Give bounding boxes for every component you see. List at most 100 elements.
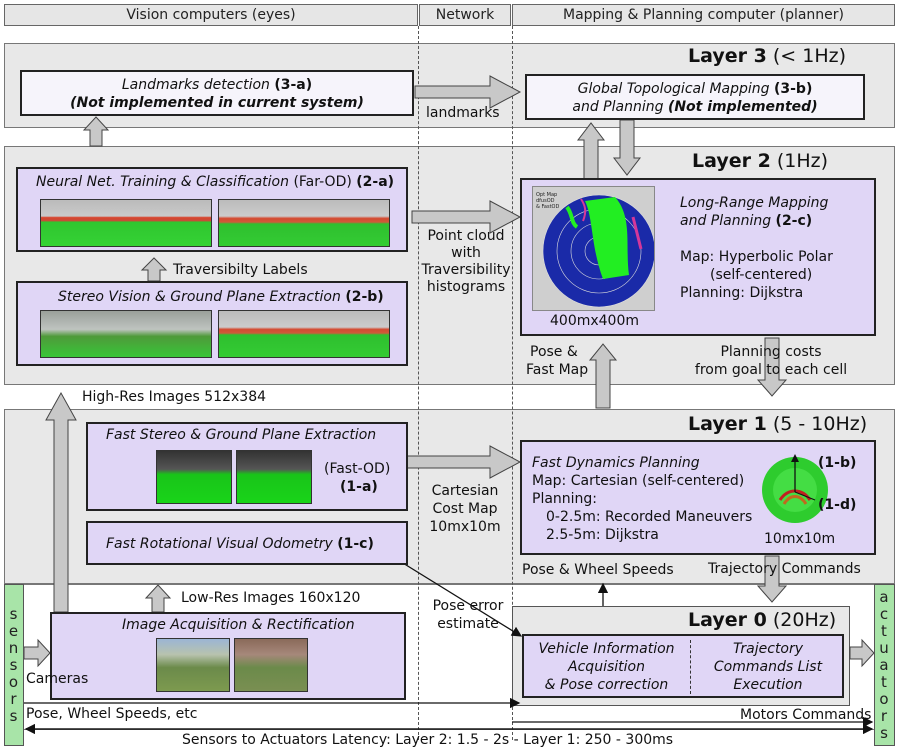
landmarks-detection-tag: (3-a): [274, 77, 313, 93]
odometry-box: Fast Rotational Visual Odometry (1-c): [86, 521, 408, 565]
long-range-planning: Planning: Dijkstra: [680, 285, 804, 301]
net-label-landmarks: landmarks: [426, 105, 500, 121]
arrow-up-3b: [576, 122, 606, 180]
image-acquisition-label: Image Acquisition & Rectification: [122, 617, 355, 633]
sensors-letters-char: s: [9, 706, 19, 725]
pose-error-label: Pose error estimate: [432, 598, 504, 632]
layer1-title: Layer 1 (5 - 10Hz): [688, 413, 868, 435]
fdp-map: Map: Cartesian (self-centered): [532, 473, 745, 489]
long-range-tag: (2-c): [775, 213, 813, 229]
trajectory-execution: Trajectory Commands List Execution: [713, 641, 823, 693]
neural-net-box: Neural Net. Training & Classification (F…: [16, 167, 408, 252]
long-range-map2: (self-centered): [710, 267, 813, 283]
actuators-letters-char: t: [881, 672, 888, 691]
long-range-map1: Map: Hyperbolic Polar: [680, 249, 833, 265]
fdp-tag-b: (1-b): [818, 455, 857, 471]
actuators-letters-char: u: [879, 638, 890, 657]
fdp-range1: 0-2.5m: Recorded Maneuvers: [546, 509, 753, 525]
actuators-letters-char: s: [880, 723, 889, 742]
sensors-letters-char: n: [8, 638, 20, 657]
sensors-letters-char: e: [8, 621, 20, 640]
latency-label: Sensors to Actuators Latency: Layer 2: 1…: [182, 732, 674, 748]
actuators-letters-char: o: [879, 689, 890, 708]
fast-stereo-tag-a: (Fast-OD): [324, 461, 391, 477]
pose-wheel-speeds-label: Pose & Wheel Speeds: [522, 562, 674, 578]
stereo-image-left: [40, 310, 212, 358]
arrow-down-2c: [612, 119, 642, 176]
long-range-title2: and Planning: [680, 213, 776, 229]
stereo-vision-tag: (2-b): [345, 289, 384, 305]
global-mapping-box: Global Topological Mapping (3-b) and Pla…: [525, 74, 865, 120]
stereo-image-right: [218, 310, 390, 358]
pose-fast-map-label: Pose & Fast Map: [526, 344, 589, 378]
arrow-actuators: [849, 638, 875, 668]
planning-costs-label: Planning costs from goal to each cell: [694, 344, 848, 378]
nn-image-left: [40, 199, 212, 247]
stereo-vision-box: Stereo Vision & Ground Plane Extraction …: [16, 281, 408, 366]
actuators-letters-char: a: [879, 655, 890, 674]
arrow-up-hires: [45, 391, 77, 613]
vehicle-divider: [690, 640, 691, 694]
layer3-title: Layer 3 (< 1Hz): [688, 45, 847, 67]
fdp-size: 10mx10m: [764, 531, 836, 547]
arrow-up-lowres: [144, 584, 172, 613]
net-label-cartesian: Cartesian Cost Map 10mx10m: [429, 483, 501, 535]
pose-wheel-etc-label: Pose, Wheel Speeds, etc: [26, 706, 198, 722]
arrow-up-trav: [140, 257, 168, 282]
polar-map: Opt Map dfusOD & FastOD: [532, 186, 655, 311]
actuators-letters-char: c: [879, 604, 890, 623]
cameras-label: Cameras: [26, 671, 89, 687]
odometry-label: Fast Rotational Visual Odometry: [106, 536, 338, 552]
sensors-letters-char: o: [8, 672, 20, 691]
sensors-letters-char: s: [9, 604, 19, 623]
nn-image-right: [218, 199, 390, 247]
sensors-letters-char: s: [9, 655, 19, 674]
fast-stereo-label: Fast Stereo & Ground Plane Extraction: [106, 427, 377, 443]
high-res-label: High-Res Images 512x384: [82, 389, 267, 405]
neural-net-label: Neural Net. Training & Classification: [36, 174, 289, 190]
arrow-cartesian: [406, 445, 522, 479]
actuators-letters-char: a: [879, 587, 890, 606]
long-range-size: 400mx400m: [550, 313, 640, 329]
fdp-tag-d: (1-d): [818, 497, 857, 513]
vehicle-info: Vehicle Information Acquisition & Pose c…: [538, 641, 675, 693]
fdp-range2: 2.5-5m: Dijkstra: [546, 527, 659, 543]
image-acquisition-box: Image Acquisition & Rectification: [50, 612, 406, 700]
long-range-box: Opt Map dfusOD & FastOD Long-Range Mappi…: [520, 178, 876, 336]
motors-commands-label: Motors Commands: [740, 707, 872, 723]
net-label-point-cloud: Point cloud with Traversibility histogra…: [421, 228, 511, 295]
global-mapping-tag: (3-b): [773, 81, 813, 97]
long-range-title1: Long-Range Mapping: [680, 195, 829, 211]
polar-legend-2: & FastOD: [536, 204, 559, 210]
actuators-bar: actuators: [874, 584, 895, 746]
fdp-title: Fast Dynamics Planning: [532, 455, 700, 471]
low-res-label: Low-Res Images 160x120: [181, 590, 361, 606]
fdp-planning: Planning:: [532, 491, 598, 507]
global-mapping-label: Global Topological Mapping: [577, 81, 774, 97]
fast-stereo-image-right: [236, 450, 312, 504]
landmarks-detection-box: Landmarks detection (3-a) (Not implement…: [20, 70, 414, 116]
fast-stereo-tag-b: (1-a): [340, 479, 378, 495]
global-mapping-line2: and Planning: [572, 99, 668, 115]
arrow-up-3a: [82, 116, 110, 147]
sensors-bar: sensors: [4, 584, 24, 746]
stereo-vision-label: Stereo Vision & Ground Plane Extraction: [58, 289, 346, 305]
actuators-letters-char: t: [881, 621, 888, 640]
arrow-up-pose: [588, 343, 618, 409]
actuators-label: actuators: [879, 587, 890, 742]
landmarks-detection-label: Landmarks detection: [121, 77, 275, 93]
arrow-sensors: [23, 638, 51, 668]
vehicle-control-box: Vehicle Information Acquisition & Pose c…: [522, 634, 844, 698]
neural-net-tag: (2-a): [356, 174, 395, 190]
fast-stereo-box: Fast Stereo & Ground Plane Extraction (F…: [86, 422, 408, 511]
fast-stereo-image-left: [156, 450, 232, 504]
acq-image-left: [156, 638, 230, 692]
trajectory-commands-label: Trajectory Commands: [708, 561, 861, 577]
sensors-label: sensors: [8, 604, 20, 725]
sensors-letters-char: r: [10, 689, 18, 708]
actuators-letters-char: r: [880, 706, 889, 725]
global-mapping-not-impl: (Not implemented): [667, 99, 818, 115]
layer2-title: Layer 2 (1Hz): [692, 150, 829, 172]
fast-dynamics-box: Fast Dynamics Planning Map: Cartesian (s…: [520, 440, 876, 555]
neural-net-suffix: (Far-OD): [289, 174, 357, 190]
